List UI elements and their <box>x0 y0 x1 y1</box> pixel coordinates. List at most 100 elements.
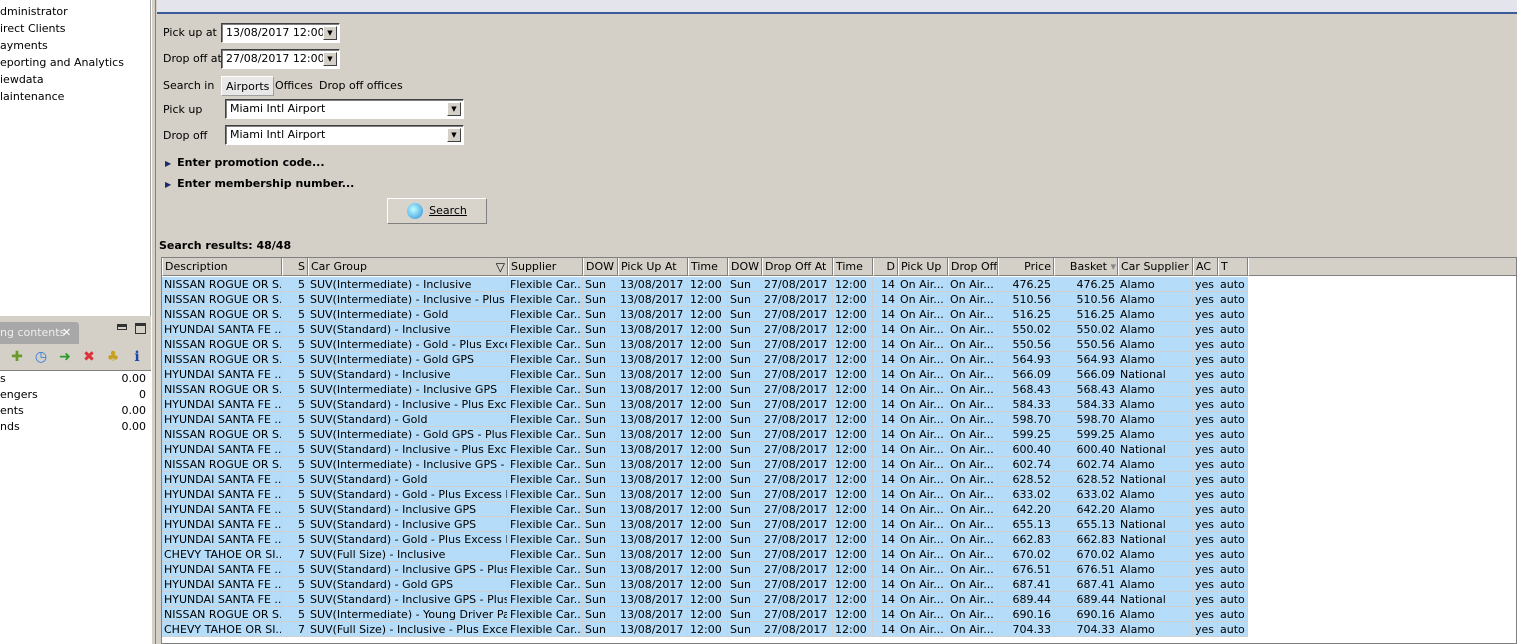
column-header-car-group[interactable]: Car Group ▽ <box>308 258 508 276</box>
cell-car-supplier: Alamo <box>1118 307 1193 322</box>
cell-time: 12:00 <box>688 592 728 607</box>
tab-basket-contents[interactable]: ng contents ✕ <box>0 322 79 344</box>
cell-price: 564.93 <box>998 352 1054 367</box>
table-row[interactable]: HYUNDAI SANTA FE ... 5 SUV(Standard) - Gol… <box>162 532 1248 547</box>
table-row[interactable]: HYUNDAI SANTA FE ... 5 SUV(Standard) - Inc… <box>162 592 1248 607</box>
column-header-dow[interactable]: DOW <box>728 258 762 276</box>
cell-dow: Sun <box>583 442 618 457</box>
close-icon[interactable]: ✕ <box>62 322 71 344</box>
column-header-time[interactable]: Time <box>833 258 873 276</box>
nav-item-payments[interactable]: ayments <box>0 37 48 54</box>
table-row[interactable]: NISSAN ROGUE OR S... 5 SUV(Intermediate) -… <box>162 292 1248 307</box>
table-row[interactable]: HYUNDAI SANTA FE ... 5 SUV(Standard) - Gol… <box>162 577 1248 592</box>
chevron-down-icon[interactable]: ▼ <box>447 102 461 116</box>
table-row[interactable]: HYUNDAI SANTA FE ... 5 SUV(Standard) - Inc… <box>162 517 1248 532</box>
nav-item-direct-clients[interactable]: irect Clients <box>0 20 66 37</box>
cell-time: 12:00 <box>688 562 728 577</box>
add-icon[interactable]: ✚ <box>8 348 26 366</box>
cell-dow: Sun <box>583 337 618 352</box>
cell-dow: Sun <box>728 412 762 427</box>
cell-car-supplier: Alamo <box>1118 562 1193 577</box>
info-icon[interactable]: i <box>128 348 146 366</box>
column-header-days[interactable]: D <box>873 258 898 276</box>
maximize-icon[interactable] <box>135 323 146 334</box>
pickup-location-select[interactable]: Miami Intl Airport ▼ <box>225 99 464 119</box>
cell-dropoff-at: 27/08/2017 <box>762 577 833 592</box>
column-header-transmission[interactable]: T <box>1218 258 1248 276</box>
column-header-seats[interactable]: S <box>282 258 308 276</box>
search-in-dropoff-offices[interactable]: Drop off offices <box>315 76 407 96</box>
pickup-at-field[interactable]: 13/08/2017 12:00 ▼ <box>221 23 340 43</box>
nav-item-viewdata[interactable]: iewdata <box>0 71 44 88</box>
chevron-down-icon[interactable]: ▼ <box>323 52 337 66</box>
column-header-dropoff[interactable]: Drop Off <box>948 258 998 276</box>
membership-expander[interactable]: ▶ Enter membership number... <box>165 176 354 192</box>
splitter[interactable] <box>151 0 156 644</box>
filter-icon[interactable]: ▽ <box>496 258 505 275</box>
column-header-car-supplier[interactable]: Car Supplier <box>1118 258 1193 276</box>
search-in-airports[interactable]: Airports <box>221 76 275 96</box>
cell-car-supplier: Alamo <box>1118 427 1193 442</box>
nav-item-reporting[interactable]: eporting and Analytics <box>0 54 124 71</box>
cell-days: 14 <box>873 382 898 397</box>
column-header-pickup[interactable]: Pick Up <box>898 258 948 276</box>
cell-dow: Sun <box>728 427 762 442</box>
column-header-basket[interactable]: Basket ▾ <box>1054 258 1118 276</box>
delete-icon[interactable]: ✖ <box>80 348 98 366</box>
cart-icon[interactable]: ➜ <box>56 348 74 366</box>
cell-dow: Sun <box>728 397 762 412</box>
table-row[interactable]: NISSAN ROGUE OR S... 5 SUV(Intermediate) -… <box>162 352 1248 367</box>
table-row[interactable]: NISSAN ROGUE OR S... 5 SUV(Intermediate) -… <box>162 607 1248 622</box>
column-header-ac[interactable]: AC <box>1193 258 1218 276</box>
search-in-offices[interactable]: Offices <box>271 76 317 96</box>
cell-description: HYUNDAI SANTA FE ... <box>162 577 282 592</box>
column-header-pickup-at[interactable]: Pick Up At <box>618 258 688 276</box>
minimize-icon[interactable] <box>117 324 127 330</box>
cell-car-group: SUV(Intermediate) - Gold - Plus Exces... <box>308 337 508 352</box>
promo-code-expander[interactable]: ▶ Enter promotion code... <box>165 155 325 171</box>
table-row[interactable]: NISSAN ROGUE OR S... 5 SUV(Intermediate) -… <box>162 382 1248 397</box>
cell-description: CHEVY TAHOE OR SI... <box>162 547 282 562</box>
cell-pickup-at: 13/08/2017 <box>618 592 688 607</box>
table-row[interactable]: HYUNDAI SANTA FE ... 5 SUV(Standard) - Inc… <box>162 442 1248 457</box>
table-row[interactable]: HYUNDAI SANTA FE ... 5 SUV(Standard) - Inc… <box>162 367 1248 382</box>
table-row[interactable]: HYUNDAI SANTA FE ... 5 SUV(Standard) - Inc… <box>162 397 1248 412</box>
table-row[interactable]: NISSAN ROGUE OR S... 5 SUV(Intermediate) -… <box>162 277 1248 292</box>
dropoff-location-select[interactable]: Miami Intl Airport ▼ <box>225 125 464 145</box>
sort-desc-icon[interactable]: ▾ <box>1110 258 1116 275</box>
cell-price: 704.33 <box>998 622 1054 637</box>
table-row[interactable]: HYUNDAI SANTA FE ... 5 SUV(Standard) - Inc… <box>162 502 1248 517</box>
table-row[interactable]: HYUNDAI SANTA FE ... 5 SUV(Standard) - Gol… <box>162 487 1248 502</box>
chevron-down-icon[interactable]: ▼ <box>447 128 461 142</box>
cell-ac: yes <box>1193 352 1218 367</box>
table-row[interactable]: NISSAN ROGUE OR S... 5 SUV(Intermediate) -… <box>162 337 1248 352</box>
cell-dow: Sun <box>583 592 618 607</box>
table-row[interactable]: CHEVY TAHOE OR SI... 7 SUV(Full Size) - In… <box>162 622 1248 637</box>
column-header-supplier[interactable]: Supplier <box>508 258 583 276</box>
table-row[interactable]: NISSAN ROGUE OR S... 5 SUV(Intermediate) -… <box>162 307 1248 322</box>
clock-icon[interactable]: ◷ <box>32 348 50 366</box>
chevron-down-icon[interactable]: ▼ <box>323 26 337 40</box>
table-row[interactable]: CHEVY TAHOE OR SI... 7 SUV(Full Size) - In… <box>162 547 1248 562</box>
cell-dow: Sun <box>583 517 618 532</box>
column-header-price[interactable]: Price <box>998 258 1054 276</box>
table-row[interactable]: HYUNDAI SANTA FE ... 5 SUV(Standard) - Gol… <box>162 472 1248 487</box>
palm-tree-icon[interactable]: ♣ <box>104 348 122 366</box>
table-row[interactable]: HYUNDAI SANTA FE ... 5 SUV(Standard) - Gol… <box>162 412 1248 427</box>
cell-dow: Sun <box>583 397 618 412</box>
cell-car-supplier: Alamo <box>1118 502 1193 517</box>
table-row[interactable]: HYUNDAI SANTA FE ... 5 SUV(Standard) - Inc… <box>162 562 1248 577</box>
column-header-dow[interactable]: DOW <box>583 258 618 276</box>
column-header-dropoff-at[interactable]: Drop Off At <box>762 258 833 276</box>
column-header-description[interactable]: Description <box>162 258 282 276</box>
table-row[interactable]: NISSAN ROGUE OR S... 5 SUV(Intermediate) -… <box>162 427 1248 442</box>
nav-item-maintenance[interactable]: laintenance <box>0 88 64 105</box>
nav-item-administrator[interactable]: dministrator <box>0 3 68 20</box>
search-button[interactable]: Search <box>387 198 487 224</box>
cell-price: 516.25 <box>998 307 1054 322</box>
column-header-time[interactable]: Time <box>688 258 728 276</box>
table-row[interactable]: NISSAN ROGUE OR S... 5 SUV(Intermediate) -… <box>162 457 1248 472</box>
cell-car-group: SUV(Intermediate) - Gold GPS <box>308 352 508 367</box>
dropoff-at-field[interactable]: 27/08/2017 12:00 ▼ <box>221 49 340 69</box>
table-row[interactable]: HYUNDAI SANTA FE ... 5 SUV(Standard) - Inc… <box>162 322 1248 337</box>
